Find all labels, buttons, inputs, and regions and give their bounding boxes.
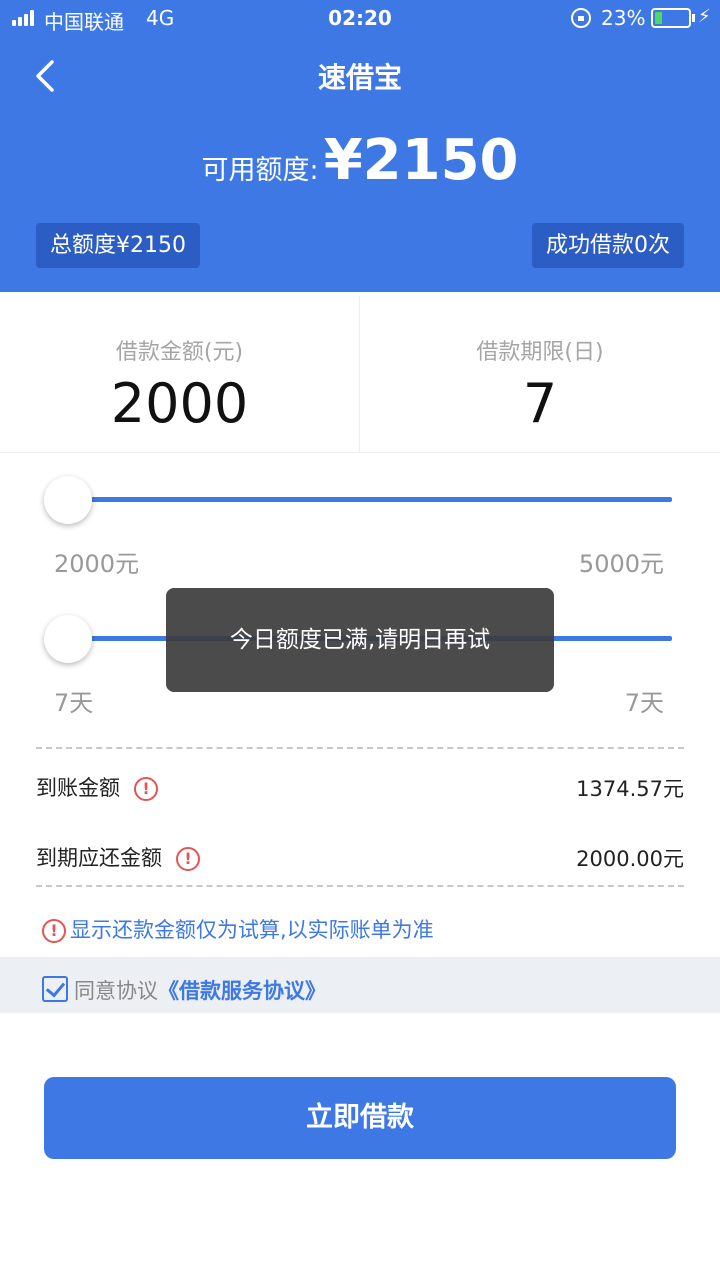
loan-amount-value: 2000 [110,372,249,435]
loan-params: 借款金额(元) 2000 借款期限(日) 7 [0,296,720,453]
due-amount-row: 到期应还金额! [36,842,200,872]
due-info-icon[interactable]: ! [176,847,200,871]
status-bar: 中国联通 4G 02:20 23% ⚡ [0,0,720,38]
amount-slider-thumb[interactable] [44,476,92,524]
battery-icon [651,8,691,28]
agreement-link[interactable]: 《借款服务协议》 [158,975,326,1005]
loan-amount-label: 借款金额(元) [115,340,244,365]
amount-slider-track[interactable] [68,497,672,502]
term-slider-min: 7天 [54,689,94,717]
received-amount-value: 1374.57元 [576,777,684,801]
header: 中国联通 4G 02:20 23% ⚡ 速借宝 可用额度: ¥2150 总额度¥… [0,0,720,292]
due-amount-value: 2000.00元 [576,847,684,871]
borrow-now-button[interactable]: 立即借款 [44,1077,676,1159]
received-amount-label: 到账金额 [36,776,120,800]
loan-amount-panel: 借款金额(元) 2000 [0,296,360,453]
loan-term-label: 借款期限(日) [476,340,604,365]
available-quota-label: 可用额度: [201,155,319,186]
agree-label: 同意协议 [74,979,158,1003]
received-amount-row: 到账金额! [36,772,158,802]
loan-term-value: 7 [522,372,558,435]
toast-message: 今日额度已满,请明日再试 [166,588,554,692]
battery-fill [655,12,662,24]
amount-slider[interactable] [44,476,672,526]
page-title: 速借宝 [317,61,402,94]
received-info-icon[interactable]: ! [134,777,158,801]
total-quota-badge: 总额度¥2150 [36,223,200,268]
agreement-bar: 同意协议 《借款服务协议》 [0,957,720,1013]
battery-tip [692,14,695,22]
term-slider-max: 7天 [624,689,664,717]
success-count-badge: 成功借款0次 [532,223,684,268]
loan-term-panel: 借款期限(日) 7 [360,296,720,453]
warning-icon: ! [42,919,66,943]
available-quota: 可用额度: ¥2150 [0,128,720,208]
due-amount-label: 到期应还金额 [36,846,162,870]
calc-note-text: 显示还款金额仅为试算,以实际账单为准 [70,918,434,942]
term-slider-thumb[interactable] [44,615,92,663]
calc-note: ! 显示还款金额仅为试算,以实际账单为准 [42,914,434,944]
available-quota-amount: ¥2150 [323,128,519,193]
amount-slider-min: 2000元 [54,550,140,578]
amount-slider-max: 5000元 [578,550,664,578]
charging-icon: ⚡ [698,6,711,27]
divider [36,747,684,749]
battery-percent: 23% [601,6,646,30]
rotation-lock-icon [571,8,591,28]
divider [36,885,684,887]
agree-checkbox[interactable] [42,976,68,1002]
